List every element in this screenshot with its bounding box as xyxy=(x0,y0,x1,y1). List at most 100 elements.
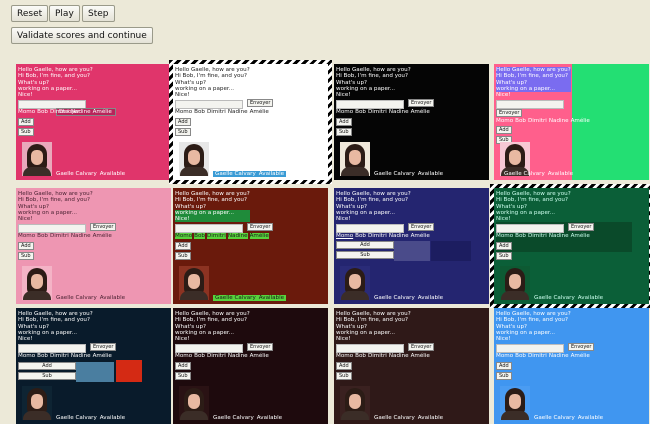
send-button[interactable]: Envoyer xyxy=(247,343,274,351)
message-input[interactable] xyxy=(336,224,404,233)
message-input[interactable] xyxy=(175,344,243,353)
user-name[interactable]: Dimitri xyxy=(50,109,69,115)
add-button[interactable]: Add xyxy=(18,118,34,126)
sub-button[interactable]: Sub xyxy=(336,251,394,259)
send-button[interactable]: Envoyer xyxy=(247,223,274,231)
sub-button[interactable]: Sub xyxy=(175,252,191,260)
send-button[interactable]: Envoyer xyxy=(408,223,435,231)
sub-button[interactable]: Sub xyxy=(175,372,191,380)
user-name[interactable]: Nadine xyxy=(389,353,409,359)
user-name[interactable]: Momo xyxy=(496,353,513,359)
message-input[interactable] xyxy=(496,344,564,353)
user-name[interactable]: Momo xyxy=(175,233,193,239)
user-name[interactable]: Bob xyxy=(37,353,48,359)
send-button[interactable]: Envoyer xyxy=(568,223,595,231)
user-name[interactable]: Amélie xyxy=(249,233,269,239)
add-button[interactable]: Add xyxy=(336,362,352,370)
user-name[interactable]: Amélie xyxy=(93,353,112,359)
sub-button[interactable]: Sub xyxy=(496,252,512,260)
message-input[interactable] xyxy=(18,224,86,233)
send-button[interactable]: Envoyer xyxy=(90,343,117,351)
chat-variant-cell[interactable]: Hello Gaelle, how are you? Hi Bob, I'm fi… xyxy=(173,308,328,424)
user-name[interactable]: Amélie xyxy=(93,233,112,239)
user-name[interactable]: Dimitri xyxy=(206,233,226,239)
add-button[interactable]: Add xyxy=(175,242,191,250)
user-name[interactable]: Dimitri xyxy=(528,233,547,239)
add-button[interactable]: Add xyxy=(496,362,512,370)
message-input[interactable] xyxy=(175,100,243,109)
sub-button[interactable]: Sub xyxy=(336,128,352,136)
chat-variant-cell[interactable]: Hello Gaelle, how are you? Hi Bob, I'm fi… xyxy=(334,188,489,304)
chat-variant-cell[interactable]: Hello Gaelle, how are you? Hi Bob, I'm fi… xyxy=(16,188,171,304)
user-name[interactable]: Momo xyxy=(336,109,353,115)
user-name[interactable]: Momo xyxy=(175,353,192,359)
user-name[interactable]: Bob xyxy=(194,353,205,359)
user-name[interactable]: Amélie xyxy=(411,233,430,239)
user-name[interactable]: Nadine xyxy=(227,233,248,239)
send-button[interactable]: Envoyer xyxy=(247,99,274,107)
message-input[interactable] xyxy=(496,100,564,109)
add-button[interactable]: Add xyxy=(496,126,512,134)
user-name[interactable]: Dimitri xyxy=(368,233,387,239)
send-button[interactable]: Envoyer xyxy=(408,99,435,107)
user-name[interactable]: Nadine xyxy=(389,109,409,115)
user-name[interactable]: Bob xyxy=(194,233,205,239)
user-name[interactable]: Amélie xyxy=(411,109,430,115)
message-input[interactable] xyxy=(175,224,243,233)
step-button[interactable]: Step xyxy=(82,5,115,22)
user-name[interactable]: Amélie xyxy=(250,109,269,115)
sub-button[interactable]: Sub xyxy=(175,128,191,136)
user-name[interactable]: Momo xyxy=(18,233,35,239)
user-name[interactable]: Dimitri xyxy=(368,109,387,115)
user-name[interactable]: Dimitri xyxy=(50,353,69,359)
user-name[interactable]: Dimitri xyxy=(528,353,547,359)
user-name[interactable]: Nadine xyxy=(71,353,91,359)
sub-button[interactable]: Sub xyxy=(496,372,512,380)
chat-variant-cell[interactable]: Hello Gaelle, how are you? Hi Bob, I'm fi… xyxy=(16,308,171,424)
user-name[interactable]: Amélie xyxy=(571,353,590,359)
chat-variant-cell[interactable]: Hello Gaelle, how are you? Hi Bob, I'm fi… xyxy=(173,188,328,304)
send-button[interactable]: Envoyer xyxy=(496,109,523,117)
user-name[interactable]: Amélie xyxy=(571,233,590,239)
user-name[interactable]: Bob xyxy=(194,109,205,115)
user-name[interactable]: Nadine xyxy=(228,109,248,115)
user-name[interactable]: Momo xyxy=(336,233,353,239)
add-button[interactable]: Add xyxy=(496,242,512,250)
user-name[interactable]: Dimitri xyxy=(528,118,547,124)
user-name[interactable]: Momo xyxy=(336,353,353,359)
user-name[interactable]: Amélie xyxy=(411,353,430,359)
user-name[interactable]: Nadine xyxy=(71,109,91,115)
add-button[interactable]: Add xyxy=(175,118,191,126)
user-name[interactable]: Bob xyxy=(515,118,526,124)
chat-variant-cell[interactable]: Hello Gaelle, how are you? Hi Bob, I'm fi… xyxy=(494,188,649,304)
play-button[interactable]: Play xyxy=(49,5,80,22)
user-name[interactable]: Dimitri xyxy=(207,353,226,359)
send-button[interactable]: Envoyer xyxy=(90,223,117,231)
user-name[interactable]: Bob xyxy=(515,233,526,239)
user-name[interactable]: Nadine xyxy=(228,353,248,359)
user-name[interactable]: Amélie xyxy=(571,118,590,124)
chat-variant-cell[interactable]: Hello Gaelle, how are you? Hi Bob, I'm fi… xyxy=(334,64,489,180)
sub-button[interactable]: Sub xyxy=(18,128,34,136)
message-input[interactable] xyxy=(496,224,564,233)
add-button[interactable]: Add xyxy=(18,242,34,250)
chat-variant-cell[interactable]: Hello Gaelle, how are you? Hi Bob, I'm fi… xyxy=(494,64,649,180)
add-button[interactable]: Add xyxy=(175,362,191,370)
add-button[interactable]: Add xyxy=(18,362,76,370)
user-name[interactable]: Dimitri xyxy=(50,233,69,239)
message-input[interactable] xyxy=(18,344,86,353)
user-name[interactable]: Dimitri xyxy=(368,353,387,359)
user-name[interactable]: Nadine xyxy=(71,233,91,239)
user-name[interactable]: Bob xyxy=(355,109,366,115)
sub-button[interactable]: Sub xyxy=(336,372,352,380)
user-name[interactable]: Nadine xyxy=(389,233,409,239)
message-input[interactable] xyxy=(336,344,404,353)
chat-variant-cell[interactable]: Hello Gaelle, how are you? Hi Bob, I'm fi… xyxy=(16,64,171,180)
user-name[interactable]: Dimitri xyxy=(207,109,226,115)
user-name[interactable]: Amélie xyxy=(93,109,112,115)
sub-button[interactable]: Sub xyxy=(18,252,34,260)
reset-button[interactable]: Reset xyxy=(11,5,49,22)
user-name[interactable]: Momo xyxy=(18,353,35,359)
user-name[interactable]: Bob xyxy=(515,353,526,359)
user-name[interactable]: Momo xyxy=(496,233,513,239)
